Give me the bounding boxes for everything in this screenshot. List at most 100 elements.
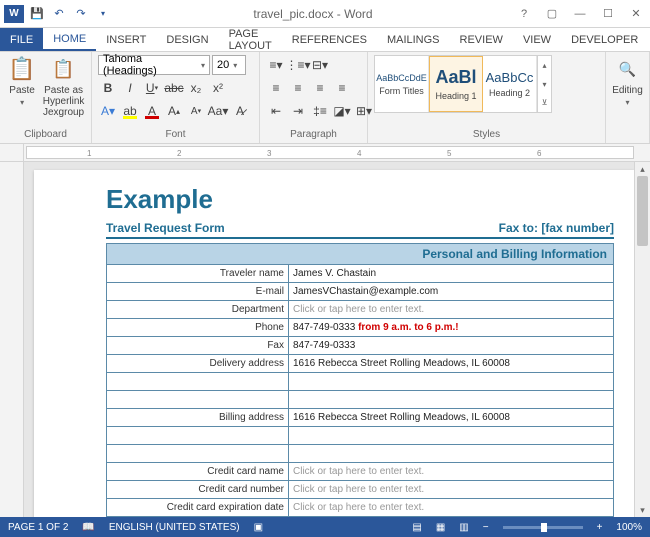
align-center-button[interactable]: ≡: [288, 78, 308, 98]
tab-review[interactable]: REVIEW: [450, 28, 513, 51]
label-phone[interactable]: Phone: [107, 319, 289, 337]
style-heading-1[interactable]: AaBl Heading 1: [429, 56, 483, 112]
web-layout-view-icon[interactable]: ▥: [459, 522, 468, 533]
label-delivery[interactable]: Delivery address: [107, 355, 289, 373]
text-effects-button[interactable]: A▾: [98, 101, 118, 121]
label-billing[interactable]: Billing address: [107, 409, 289, 427]
vertical-ruler[interactable]: [0, 162, 24, 517]
paste-button[interactable]: 📋 Paste ▾: [6, 55, 38, 107]
highlight-button[interactable]: ab: [120, 101, 140, 121]
label-cc-number[interactable]: Credit card number: [107, 481, 289, 499]
read-mode-view-icon[interactable]: ▦: [436, 522, 445, 533]
form-title[interactable]: Travel Request Form: [106, 221, 225, 235]
value-fax[interactable]: 847-749-0333: [289, 337, 614, 355]
decrease-indent-button[interactable]: ⇤: [266, 101, 286, 121]
page[interactable]: Example Travel Request Form Fax to: [fax…: [34, 170, 634, 517]
value-department[interactable]: Click or tap here to enter text.: [289, 301, 614, 319]
label-cc-exp[interactable]: Credit card expiration date: [107, 499, 289, 517]
font-family-combo[interactable]: Tahoma (Headings)▾: [98, 55, 210, 75]
subscript-button[interactable]: x₂: [186, 78, 206, 98]
label-department[interactable]: Department: [107, 301, 289, 319]
qat-customize-icon[interactable]: ▾: [94, 5, 112, 23]
numbering-button[interactable]: ⋮≡▾: [288, 55, 308, 75]
grow-font-button[interactable]: A▴: [164, 101, 184, 121]
bold-button[interactable]: B: [98, 78, 118, 98]
tab-references[interactable]: REFERENCES: [282, 28, 377, 51]
line-spacing-button[interactable]: ‡≡: [310, 101, 330, 121]
page-viewport[interactable]: Example Travel Request Form Fax to: [fax…: [24, 162, 634, 517]
clear-formatting-button[interactable]: A̷: [230, 101, 250, 121]
value-traveler-name[interactable]: James V. Chastain: [289, 265, 614, 283]
multilevel-list-button[interactable]: ⊟▾: [310, 55, 330, 75]
form-header-row: Travel Request Form Fax to: [fax number]: [106, 221, 614, 239]
save-icon[interactable]: 💾: [28, 5, 46, 23]
zoom-in-button[interactable]: +: [597, 522, 603, 533]
ribbon-options-icon[interactable]: ▢: [538, 0, 566, 28]
help-icon[interactable]: ?: [510, 0, 538, 28]
zoom-slider-knob[interactable]: [541, 523, 547, 532]
label-traveler-name[interactable]: Traveler name: [107, 265, 289, 283]
align-left-button[interactable]: ≡: [266, 78, 286, 98]
value-billing[interactable]: 1616 Rebecca Street Rolling Meadows, IL …: [289, 409, 614, 427]
value-phone[interactable]: 847-749-0333 from 9 a.m. to 6 p.m.!: [289, 319, 614, 337]
strikethrough-button[interactable]: abc: [164, 78, 184, 98]
bullets-button[interactable]: ≡▾: [266, 55, 286, 75]
gallery-up-icon[interactable]: ▴: [538, 56, 551, 75]
scroll-up-icon[interactable]: ▴: [635, 162, 650, 176]
value-cc-exp[interactable]: Click or tap here to enter text.: [289, 499, 614, 517]
tab-design[interactable]: DESIGN: [156, 28, 218, 51]
value-delivery[interactable]: 1616 Rebecca Street Rolling Meadows, IL …: [289, 355, 614, 373]
tab-pagelayout[interactable]: PAGE LAYOUT: [219, 28, 282, 51]
style-heading-2[interactable]: AaBbCc Heading 2: [483, 56, 537, 112]
gallery-more-icon[interactable]: ⊻: [538, 93, 551, 112]
increase-indent-button[interactable]: ⇥: [288, 101, 308, 121]
tab-file[interactable]: FILE: [0, 28, 43, 51]
word-app-icon[interactable]: W: [4, 5, 24, 23]
align-right-button[interactable]: ≡: [310, 78, 330, 98]
tab-insert[interactable]: INSERT: [96, 28, 156, 51]
ruler-corner[interactable]: [0, 144, 24, 161]
tab-developer[interactable]: DEVELOPER: [561, 28, 648, 51]
shading-button[interactable]: ◪▾: [332, 101, 352, 121]
italic-button[interactable]: I: [120, 78, 140, 98]
value-cc-name[interactable]: Click or tap here to enter text.: [289, 463, 614, 481]
zoom-slider[interactable]: [503, 526, 583, 529]
horizontal-ruler[interactable]: 123456: [26, 146, 634, 159]
zoom-level[interactable]: 100%: [616, 522, 642, 533]
paste-as-hyperlink-button[interactable]: 📋 Paste as Hyperlink Jexgroup: [42, 55, 85, 118]
print-layout-view-icon[interactable]: ▤: [412, 522, 421, 533]
doc-heading[interactable]: Example: [106, 184, 614, 215]
fax-to[interactable]: Fax to: [fax number]: [499, 221, 614, 235]
redo-icon[interactable]: ↷: [72, 5, 90, 23]
tab-view[interactable]: VIEW: [513, 28, 561, 51]
value-email[interactable]: JamesVChastain@example.com: [289, 283, 614, 301]
scrollbar-thumb[interactable]: [637, 176, 648, 246]
page-indicator[interactable]: PAGE 1 OF 2: [8, 522, 68, 533]
editing-button[interactable]: 🔍 Editing ▾: [612, 55, 643, 107]
justify-button[interactable]: ≡: [332, 78, 352, 98]
tab-mailings[interactable]: MAILINGS: [377, 28, 450, 51]
label-fax[interactable]: Fax: [107, 337, 289, 355]
maximize-icon[interactable]: ☐: [594, 0, 622, 28]
vertical-scrollbar[interactable]: ▴ ▾: [634, 162, 650, 517]
gallery-down-icon[interactable]: ▾: [538, 75, 551, 94]
minimize-icon[interactable]: —: [566, 0, 594, 28]
font-size-combo[interactable]: 20▾: [212, 55, 246, 75]
underline-button[interactable]: U▾: [142, 78, 162, 98]
font-color-button[interactable]: A: [142, 101, 162, 121]
tab-home[interactable]: HOME: [43, 28, 96, 51]
zoom-out-button[interactable]: −: [483, 522, 489, 533]
label-cc-name[interactable]: Credit card name: [107, 463, 289, 481]
shrink-font-button[interactable]: A▾: [186, 101, 206, 121]
undo-icon[interactable]: ↶: [50, 5, 68, 23]
language-indicator[interactable]: ENGLISH (UNITED STATES): [109, 522, 240, 533]
close-icon[interactable]: ✕: [622, 0, 650, 28]
superscript-button[interactable]: x²: [208, 78, 228, 98]
value-cc-number[interactable]: Click or tap here to enter text.: [289, 481, 614, 499]
change-case-button[interactable]: Aa▾: [208, 101, 228, 121]
label-email[interactable]: E-mail: [107, 283, 289, 301]
scroll-down-icon[interactable]: ▾: [635, 503, 650, 517]
style-form-titles[interactable]: AaBbCcDdE Form Titles: [375, 56, 429, 112]
spellcheck-icon[interactable]: 📖: [82, 522, 94, 533]
macro-icon[interactable]: ▣: [254, 522, 263, 533]
